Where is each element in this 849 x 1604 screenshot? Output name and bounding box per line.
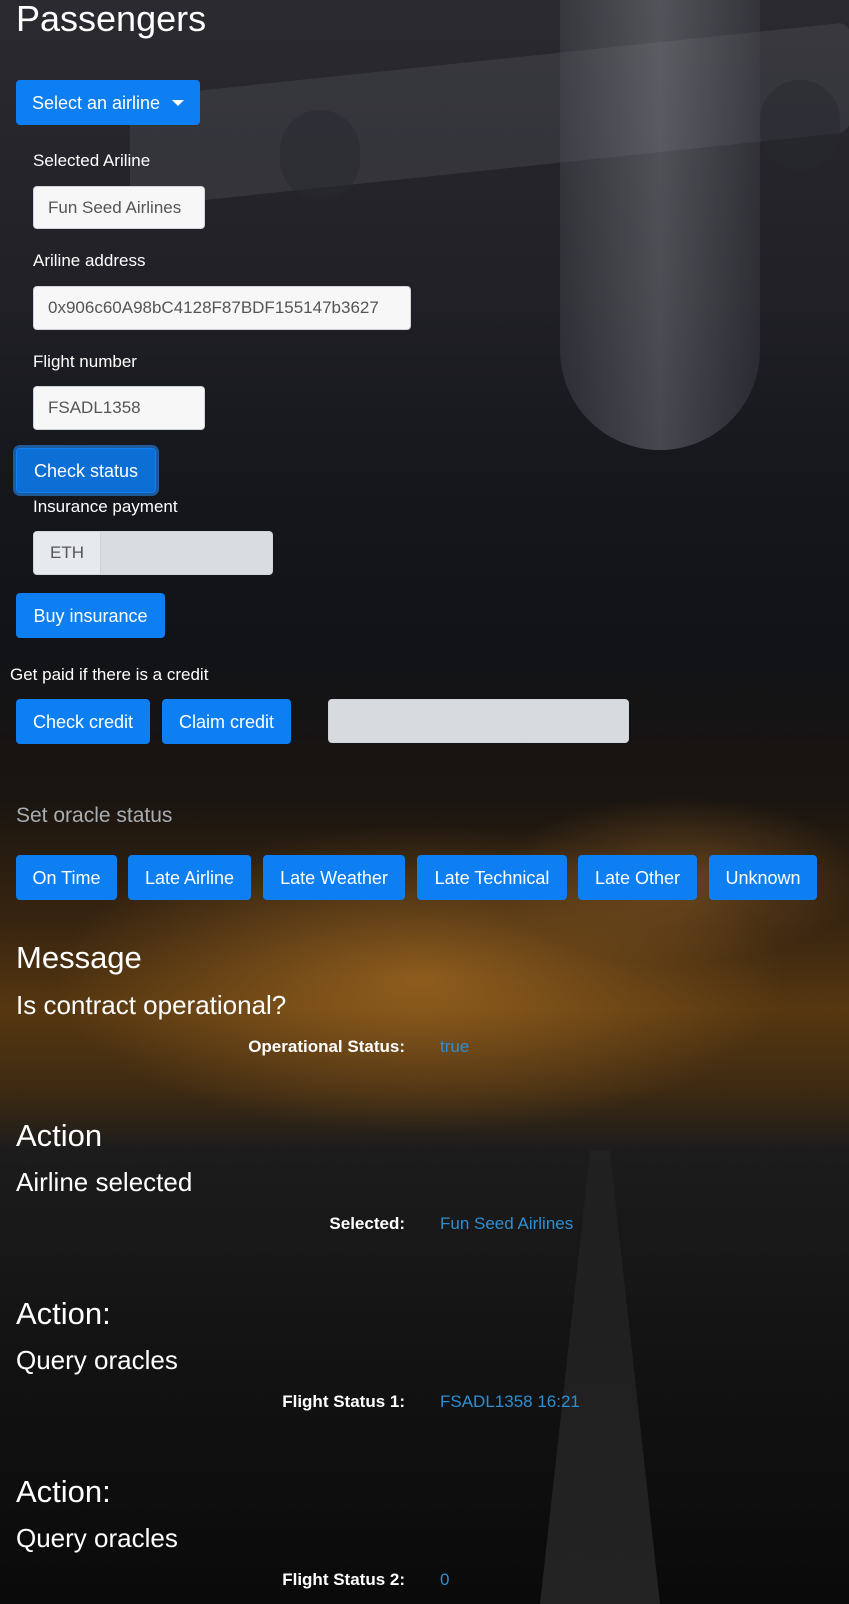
display-value: true [440,1037,470,1056]
display-key: Operational Status: [248,1037,405,1056]
selected-airline-field[interactable]: Fun Seed Airlines [33,186,205,229]
claim-credit-button[interactable]: Claim credit [162,699,291,744]
flight-number-label: Flight number [33,352,137,371]
display-description: Query oracles [16,1345,178,1375]
oracle-status-heading: Set oracle status [16,804,173,827]
selected-airline-value: Fun Seed Airlines [48,197,182,217]
display-key: Selected: [329,1214,405,1233]
oracle-late-other-button[interactable]: Late Other [578,855,697,900]
display-key: Flight Status 2: [282,1570,405,1589]
display-title: Action [16,1118,103,1153]
background-engine-right [760,80,840,170]
background-plane-body [560,0,760,450]
airline-address-value: 0x906c60A98bC4128F87BDF155147b3627 [48,298,379,317]
select-airline-dropdown[interactable]: Select an airline [16,80,200,125]
display-title: Action: [16,1296,111,1331]
page-title: Passengers [16,0,207,39]
oracle-late-technical-button[interactable]: Late Technical [417,855,567,900]
display-title: Action: [16,1474,111,1509]
check-credit-button[interactable]: Check credit [16,699,150,744]
oracle-late-weather-button[interactable]: Late Weather [263,855,405,900]
display-value: 0 [440,1570,450,1589]
insurance-payment-label: Insurance payment [33,497,178,516]
check-status-button[interactable]: Check status [16,448,156,493]
selected-airline-label: Selected Ariline [33,151,151,170]
airline-address-field[interactable]: 0x906c60A98bC4128F87BDF155147b3627 [33,286,411,330]
oracle-late-airline-button[interactable]: Late Airline [128,855,251,900]
display-value: Fun Seed Airlines [440,1214,574,1233]
display-description: Is contract operational? [16,990,287,1020]
airline-address-label: Ariline address [33,251,146,270]
currency-addon: ETH [33,531,101,575]
select-airline-label: Select an airline [31,92,161,113]
credit-amount-field[interactable] [328,699,629,743]
display-description: Query oracles [16,1523,178,1553]
buy-insurance-button[interactable]: Buy insurance [16,593,165,638]
insurance-amount-input[interactable] [100,531,273,575]
display-key: Flight Status 1: [282,1392,405,1411]
credit-label: Get paid if there is a credit [10,665,209,684]
display-title: Message [16,940,142,975]
oracle-on-time-button[interactable]: On Time [16,855,117,900]
display-description: Airline selected [16,1167,193,1197]
chevron-down-icon [172,99,185,106]
display-value: FSADL1358 16:21 [440,1392,580,1411]
flight-number-value: FSADL1358 [48,398,141,417]
background-engine-left [280,110,360,200]
flight-number-field[interactable]: FSADL1358 [33,386,205,430]
oracle-unknown-button[interactable]: Unknown [709,855,817,900]
